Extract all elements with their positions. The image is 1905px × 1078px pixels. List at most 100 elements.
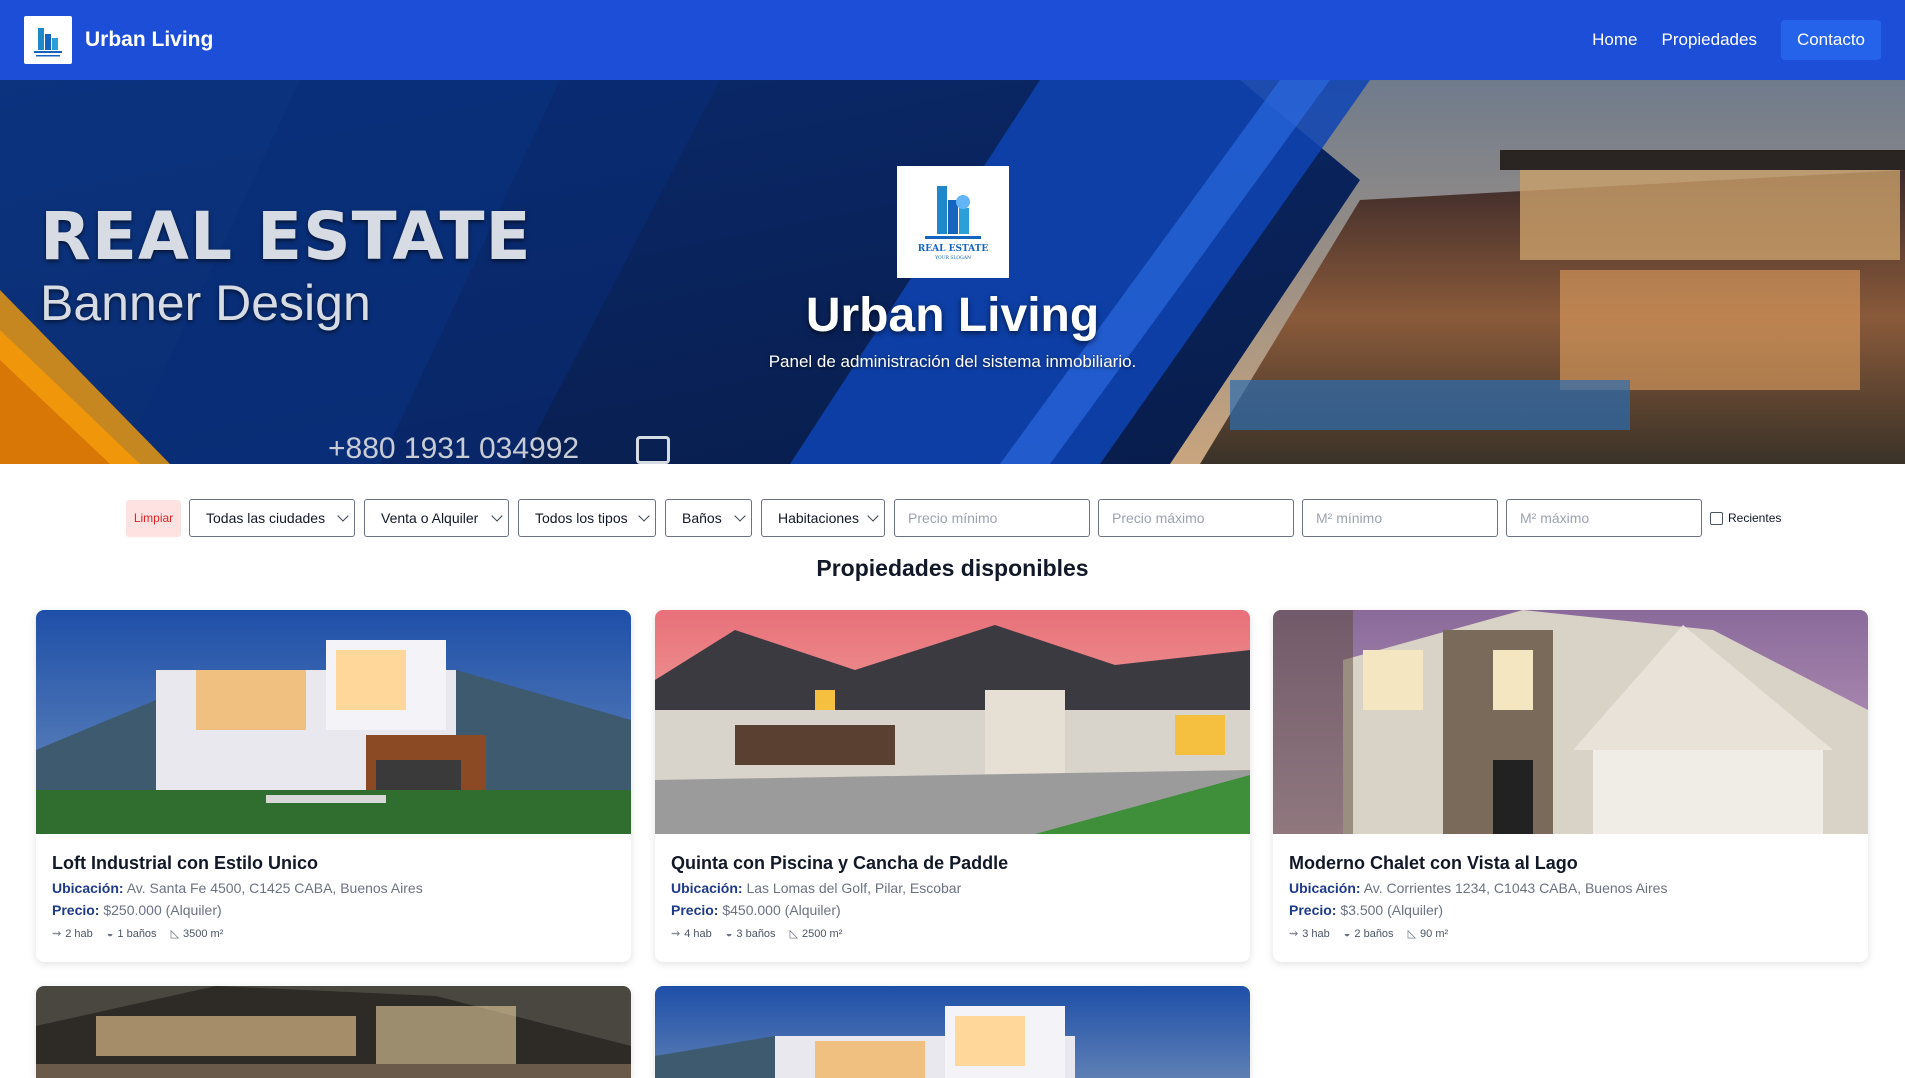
property-card[interactable] bbox=[36, 986, 631, 1078]
property-features: ⇝ 3 hab ◒ 2 baños ◺ 90 m² bbox=[1289, 927, 1852, 941]
ruler-icon: ◺ bbox=[170, 928, 180, 940]
price-value: $3.500 (Alquiler) bbox=[1340, 902, 1444, 918]
recent-checkbox[interactable] bbox=[1710, 511, 1723, 525]
property-features: ⇝ 4 hab ◒ 3 baños ◺ 2500 m² bbox=[671, 927, 1234, 941]
baths-feature: ◒ 2 baños bbox=[1344, 928, 1394, 940]
property-image[interactable] bbox=[655, 986, 1250, 1078]
property-location: Ubicación: Av. Corrientes 1234, C1043 CA… bbox=[1289, 880, 1852, 896]
area-feature: ◺ 3500 m² bbox=[170, 927, 224, 941]
bath-icon: ◒ bbox=[106, 927, 114, 940]
ruler-icon: ◺ bbox=[789, 928, 799, 940]
baths-value: 3 baños bbox=[736, 927, 776, 940]
navbar: Urban Living Home Propiedades Contacto bbox=[0, 0, 1905, 80]
nav-link-home[interactable]: Home bbox=[1592, 30, 1637, 50]
chevron-down-icon bbox=[638, 510, 650, 522]
baths-select-value: Baños bbox=[682, 510, 722, 526]
area-value: 3500 m² bbox=[183, 927, 224, 940]
property-card[interactable]: Loft Industrial con Estilo Unico Ubicaci… bbox=[36, 610, 631, 962]
max-area-input[interactable]: M² máximo bbox=[1506, 499, 1702, 537]
hero-title: Urban Living bbox=[805, 289, 1100, 342]
bed-icon: ⇝ bbox=[671, 928, 681, 940]
price-label: Precio: bbox=[671, 902, 719, 918]
min-price-input[interactable]: Precio mínimo bbox=[894, 499, 1090, 537]
property-image[interactable] bbox=[36, 610, 631, 834]
recent-toggle[interactable]: Recientes bbox=[1710, 511, 1781, 525]
price-value: $450.000 (Alquiler) bbox=[722, 902, 841, 918]
bath-icon: ◒ bbox=[1343, 927, 1351, 940]
property-image[interactable] bbox=[655, 610, 1250, 834]
brand-logo[interactable] bbox=[24, 16, 72, 64]
bed-icon: ⇝ bbox=[1289, 928, 1299, 940]
section-title: Propiedades disponibles bbox=[816, 555, 1089, 581]
max-price-input[interactable]: Precio máximo bbox=[1098, 499, 1294, 537]
banner-phone: +880 1931 034992 bbox=[328, 432, 580, 464]
property-image[interactable] bbox=[1273, 610, 1868, 834]
clear-filters-button[interactable]: Limpiar bbox=[126, 499, 181, 537]
location-value: Av. Corrientes 1234, C1043 CABA, Buenos … bbox=[1363, 880, 1668, 896]
type-select[interactable]: Todos los tipos bbox=[518, 499, 656, 537]
rooms-select[interactable]: Habitaciones bbox=[761, 499, 885, 537]
building-logo-icon bbox=[34, 28, 62, 57]
property-price: Precio: $450.000 (Alquiler) bbox=[671, 902, 1234, 918]
city-select-value: Todas las ciudades bbox=[206, 510, 326, 526]
property-card[interactable]: Quinta con Piscina y Cancha de Paddle Ub… bbox=[655, 610, 1250, 962]
property-price: Precio: $250.000 (Alquiler) bbox=[52, 902, 615, 918]
location-label: Ubicación: bbox=[671, 880, 743, 896]
chevron-down-icon bbox=[491, 510, 503, 522]
price-label: Precio: bbox=[1289, 902, 1337, 918]
property-title[interactable]: Moderno Chalet con Vista al Lago bbox=[1289, 853, 1852, 874]
rooms-feature: ⇝ 4 hab bbox=[671, 927, 712, 941]
property-card[interactable]: Moderno Chalet con Vista al Lago Ubicaci… bbox=[1273, 610, 1868, 962]
baths-feature: ◒ 3 baños bbox=[726, 928, 776, 940]
property-card[interactable] bbox=[655, 986, 1250, 1078]
contact-button[interactable]: Contacto bbox=[1780, 20, 1881, 60]
location-value: Av. Santa Fe 4500, C1425 CABA, Buenos Ai… bbox=[126, 880, 423, 896]
area-value: 2500 m² bbox=[802, 927, 843, 940]
area-feature: ◺ 2500 m² bbox=[789, 927, 843, 941]
hero-description: Panel de administración del sistema inmo… bbox=[768, 352, 1137, 371]
baths-value: 2 baños bbox=[1354, 927, 1394, 940]
nav-link-properties[interactable]: Propiedades bbox=[1661, 30, 1756, 50]
min-area-input[interactable]: M² mínimo bbox=[1302, 499, 1498, 537]
chevron-down-icon bbox=[734, 510, 746, 522]
property-location: Ubicación: Av. Santa Fe 4500, C1425 CABA… bbox=[52, 880, 615, 896]
type-select-value: Todos los tipos bbox=[535, 510, 628, 526]
location-label: Ubicación: bbox=[1289, 880, 1361, 896]
filter-bar: Limpiar Todas las ciudades Venta o Alqui… bbox=[126, 499, 1781, 537]
brand-name[interactable]: Urban Living bbox=[85, 28, 213, 52]
property-features: ⇝ 2 hab ◒ 1 baños ◺ 3500 m² bbox=[52, 927, 615, 941]
phone-icon bbox=[636, 436, 670, 464]
rooms-feature: ⇝ 3 hab bbox=[1289, 927, 1330, 941]
bath-icon: ◒ bbox=[725, 927, 733, 940]
ruler-icon: ◺ bbox=[1407, 928, 1417, 940]
rooms-feature: ⇝ 2 hab bbox=[52, 927, 93, 941]
baths-select[interactable]: Baños bbox=[665, 499, 752, 537]
property-location: Ubicación: Las Lomas del Golf, Pilar, Es… bbox=[671, 880, 1234, 896]
city-select[interactable]: Todas las ciudades bbox=[189, 499, 355, 537]
price-label: Precio: bbox=[52, 902, 100, 918]
price-value: $250.000 (Alquiler) bbox=[103, 902, 222, 918]
rooms-value: 4 hab bbox=[684, 927, 712, 940]
rooms-value: 3 hab bbox=[1302, 927, 1330, 940]
banner-heading: REAL ESTATE bbox=[40, 198, 532, 275]
operation-select-value: Venta o Alquiler bbox=[381, 510, 479, 526]
property-title[interactable]: Quinta con Piscina y Cancha de Paddle bbox=[671, 853, 1234, 874]
chevron-down-icon bbox=[337, 510, 349, 522]
operation-select[interactable]: Venta o Alquiler bbox=[364, 499, 509, 537]
property-price: Precio: $3.500 (Alquiler) bbox=[1289, 902, 1852, 918]
area-feature: ◺ 90 m² bbox=[1407, 927, 1449, 941]
property-image[interactable] bbox=[36, 986, 631, 1078]
recent-label: Recientes bbox=[1728, 511, 1782, 525]
hero-logo: REAL ESTATE YOUR SLOGAN bbox=[897, 166, 1009, 278]
nav-links: Home Propiedades Contacto bbox=[1568, 0, 1881, 80]
baths-value: 1 baños bbox=[117, 927, 157, 940]
rooms-value: 2 hab bbox=[65, 927, 93, 940]
property-title[interactable]: Loft Industrial con Estilo Unico bbox=[52, 853, 615, 874]
location-value: Las Lomas del Golf, Pilar, Escobar bbox=[746, 880, 962, 896]
area-value: 90 m² bbox=[1420, 927, 1449, 940]
logo-slogan: YOUR SLOGAN bbox=[934, 255, 971, 261]
bed-icon: ⇝ bbox=[52, 928, 62, 940]
building-logo-icon: REAL ESTATE YOUR SLOGAN bbox=[918, 186, 988, 261]
chevron-down-icon bbox=[867, 510, 879, 522]
rooms-select-value: Habitaciones bbox=[778, 510, 859, 526]
